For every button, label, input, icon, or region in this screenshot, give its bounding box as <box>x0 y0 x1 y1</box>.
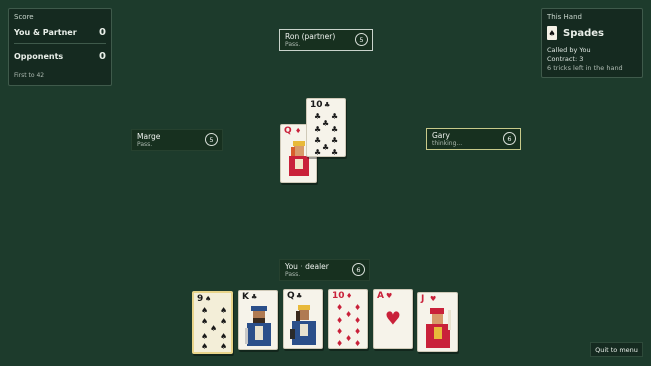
trump-suit: Spades <box>563 27 605 39</box>
player-tag-south: You · dealer Pass. 6 <box>279 259 370 281</box>
card-rank: Q <box>287 291 295 301</box>
card-rank: A <box>377 291 384 301</box>
spade-icon: ♠ <box>547 26 557 40</box>
table-card-ten-of-clubs: 10 ♣ ♣ ♣ ♣ ♣ ♣ ♣ ♣ ♣ ♣ ♣ <box>306 98 346 157</box>
hand-card-nine-of-spades[interactable]: 9 ♠ ♠ ♠ ♠ ♠ ♠ ♠ ♠ ♠ ♠ <box>192 291 233 354</box>
trump-display: ♠ Spades <box>547 26 637 40</box>
this-hand-panel: This Hand ♠ Spades Called by You Contrac… <box>541 8 643 78</box>
team2-label: Opponents <box>14 52 64 61</box>
heart-icon: ♥ <box>386 292 393 300</box>
tricks-left: 6 tricks left in the hand <box>547 64 623 72</box>
divider <box>14 43 106 44</box>
queen-face-icon <box>290 305 316 345</box>
player-name: You <box>285 262 298 271</box>
card-rank: K <box>242 292 249 302</box>
club-icon: ♣ <box>324 101 331 109</box>
score-panel: Score You & Partner 0 Opponents 0 First … <box>8 8 112 86</box>
diamond-icon: ♦ <box>346 292 353 300</box>
player-tag-north: Ron (partner) Pass. 5 <box>279 29 373 51</box>
card-rank: 9 <box>197 294 204 304</box>
hand-card-ten-of-diamonds[interactable]: 10 ♦ ♦ ♦ ♦ ♦ ♦ ♦ ♦ ♦ ♦ ♦ <box>328 289 368 349</box>
card-rank: Q <box>284 126 292 136</box>
team2-score: 0 <box>99 51 106 62</box>
heart-icon: ♥ <box>384 308 402 330</box>
card-rank: 10 <box>310 100 323 110</box>
king-face-icon <box>245 306 271 346</box>
spade-icon: ♠ <box>205 295 212 303</box>
team1-score: 0 <box>99 27 106 38</box>
this-hand-title: This Hand <box>547 13 582 21</box>
dealer-badge: dealer <box>305 262 329 271</box>
player-status: thinking... <box>432 140 463 147</box>
card-pips: ♦ ♦ ♦ ♦ ♦ ♦ ♦ ♦ ♦ ♦ <box>336 303 362 348</box>
opponent-score-row: Opponents 0 <box>14 49 106 64</box>
club-icon: ♣ <box>251 293 258 301</box>
card-pips: ♣ ♣ ♣ ♣ ♣ ♣ ♣ ♣ ♣ ♣ <box>314 112 339 157</box>
card-count-badge: 6 <box>352 263 365 276</box>
card-count-badge: 5 <box>355 33 368 46</box>
card-count-badge: 5 <box>205 133 218 146</box>
hand-card-ace-of-hearts[interactable]: A ♥ ♥ <box>373 289 413 349</box>
hand-card-queen-of-clubs[interactable]: Q ♣ <box>283 289 323 349</box>
called-by: Called by You <box>547 46 591 54</box>
diamond-icon: ♦ <box>295 127 302 135</box>
score-title: Score <box>14 13 34 21</box>
contract: Contract: 3 <box>547 55 584 63</box>
card-rank: 10 <box>332 291 345 301</box>
club-icon: ♣ <box>296 292 303 300</box>
jack-face-icon <box>426 308 451 348</box>
target-score: First to 42 <box>14 72 45 79</box>
card-pips: ♠ ♠ ♠ ♠ ♠ ♠ ♠ ♠ ♠ <box>201 306 228 351</box>
hand-card-jack-of-hearts[interactable]: J ♥ <box>417 292 458 352</box>
heart-icon: ♥ <box>430 295 437 303</box>
hand-card-king-of-clubs[interactable]: K ♣ <box>238 290 278 350</box>
team1-label: You & Partner <box>14 28 77 37</box>
player-tag-west: Marge Pass. 5 <box>131 129 223 151</box>
card-rank: J <box>421 294 425 304</box>
player-tag-east: Gary thinking... 6 <box>426 128 521 150</box>
card-count-badge: 6 <box>503 132 516 145</box>
quit-to-menu-button[interactable]: Quit to menu <box>590 342 643 357</box>
name-separator: · <box>300 262 303 271</box>
team-score-row: You & Partner 0 <box>14 25 106 40</box>
